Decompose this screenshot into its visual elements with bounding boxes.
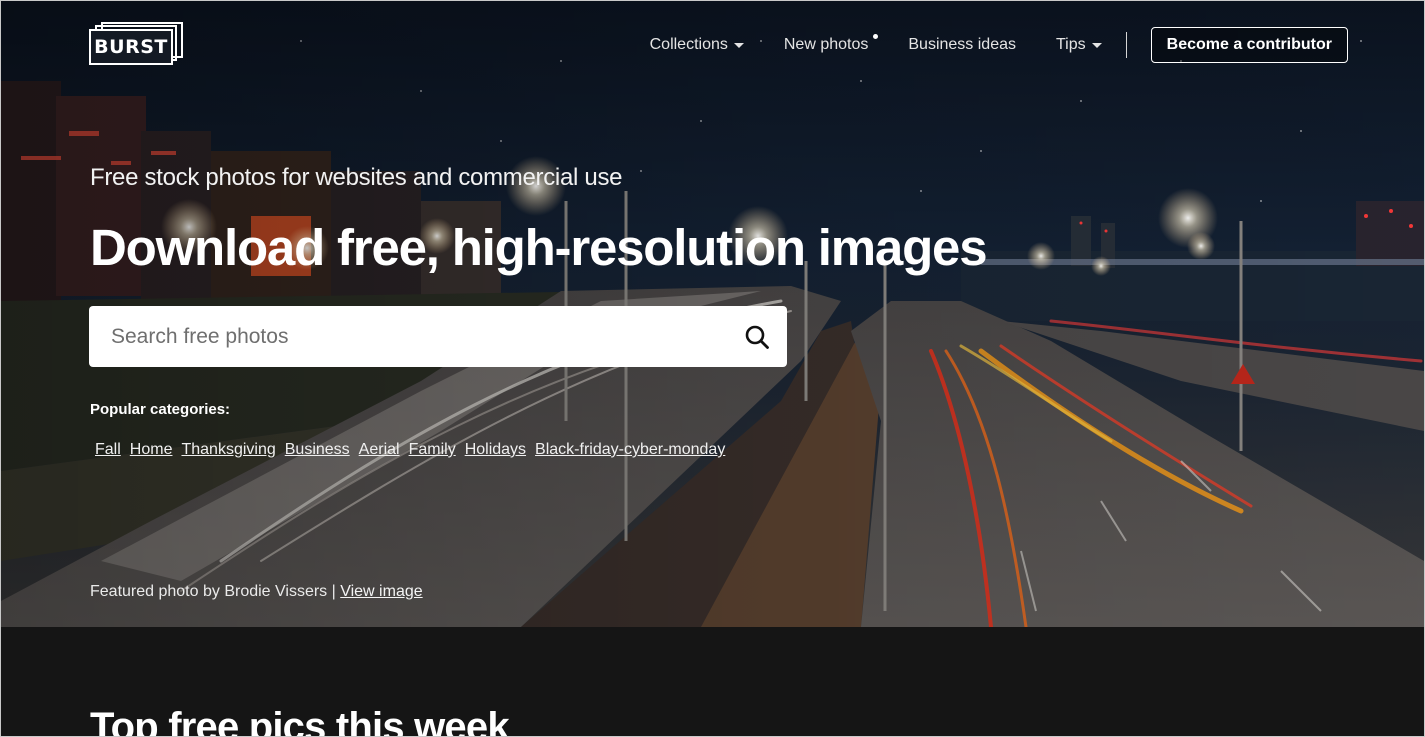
- category-link-black-friday-cyber-monday[interactable]: Black-friday-cyber-monday: [535, 441, 725, 459]
- photo-credit: Featured photo by Brodie Vissers | View …: [90, 583, 423, 601]
- hero-headline: Download free, high-resolution images: [90, 219, 988, 276]
- nav-new-photos-label: New photos: [783, 36, 869, 53]
- nav-new-photos[interactable]: New photos: [783, 34, 879, 54]
- page: BURST Collections New photos Business id…: [0, 0, 1425, 737]
- section-title-top-pics: Top free pics this week: [90, 705, 510, 737]
- hero: BURST Collections New photos Business id…: [1, 1, 1424, 627]
- category-link-fall[interactable]: Fall: [95, 441, 121, 459]
- nav-collections-label: Collections: [649, 36, 728, 53]
- nav-tips[interactable]: Tips: [1056, 36, 1102, 54]
- photo-credit-text: Featured photo by Brodie Vissers |: [90, 583, 341, 600]
- new-indicator-dot-icon: [873, 34, 879, 39]
- search-button[interactable]: [727, 306, 787, 367]
- search-input[interactable]: [89, 306, 727, 367]
- search-icon: [745, 325, 769, 349]
- view-image-link[interactable]: View image: [340, 583, 422, 600]
- category-link-thanksgiving[interactable]: Thanksgiving: [181, 441, 275, 459]
- popular-categories-label: Popular categories:: [90, 401, 231, 418]
- category-link-home[interactable]: Home: [130, 441, 173, 459]
- logo-text: BURST: [89, 29, 173, 65]
- nav-divider: [1125, 32, 1127, 58]
- caret-down-icon: [733, 43, 744, 48]
- nav-business-ideas-label: Business ideas: [908, 36, 1016, 53]
- category-link-holidays[interactable]: Holidays: [465, 441, 526, 459]
- search-bar: [89, 306, 787, 367]
- nav-business-ideas[interactable]: Business ideas: [908, 36, 1016, 54]
- caret-down-icon: [1091, 43, 1102, 48]
- category-list: Fall Home Thanksgiving Business Aerial F…: [95, 441, 734, 459]
- category-link-business[interactable]: Business: [285, 441, 350, 459]
- hero-tagline: Free stock photos for websites and comme…: [90, 164, 623, 191]
- category-link-family[interactable]: Family: [409, 441, 456, 459]
- nav-collections[interactable]: Collections: [650, 36, 744, 54]
- become-contributor-button[interactable]: Become a contributor: [1150, 27, 1348, 63]
- burst-logo[interactable]: BURST: [89, 22, 185, 68]
- category-link-aerial[interactable]: Aerial: [359, 441, 400, 459]
- nav-tips-label: Tips: [1056, 36, 1086, 53]
- main-nav: Collections New photos Business ideas Ti…: [650, 27, 1348, 63]
